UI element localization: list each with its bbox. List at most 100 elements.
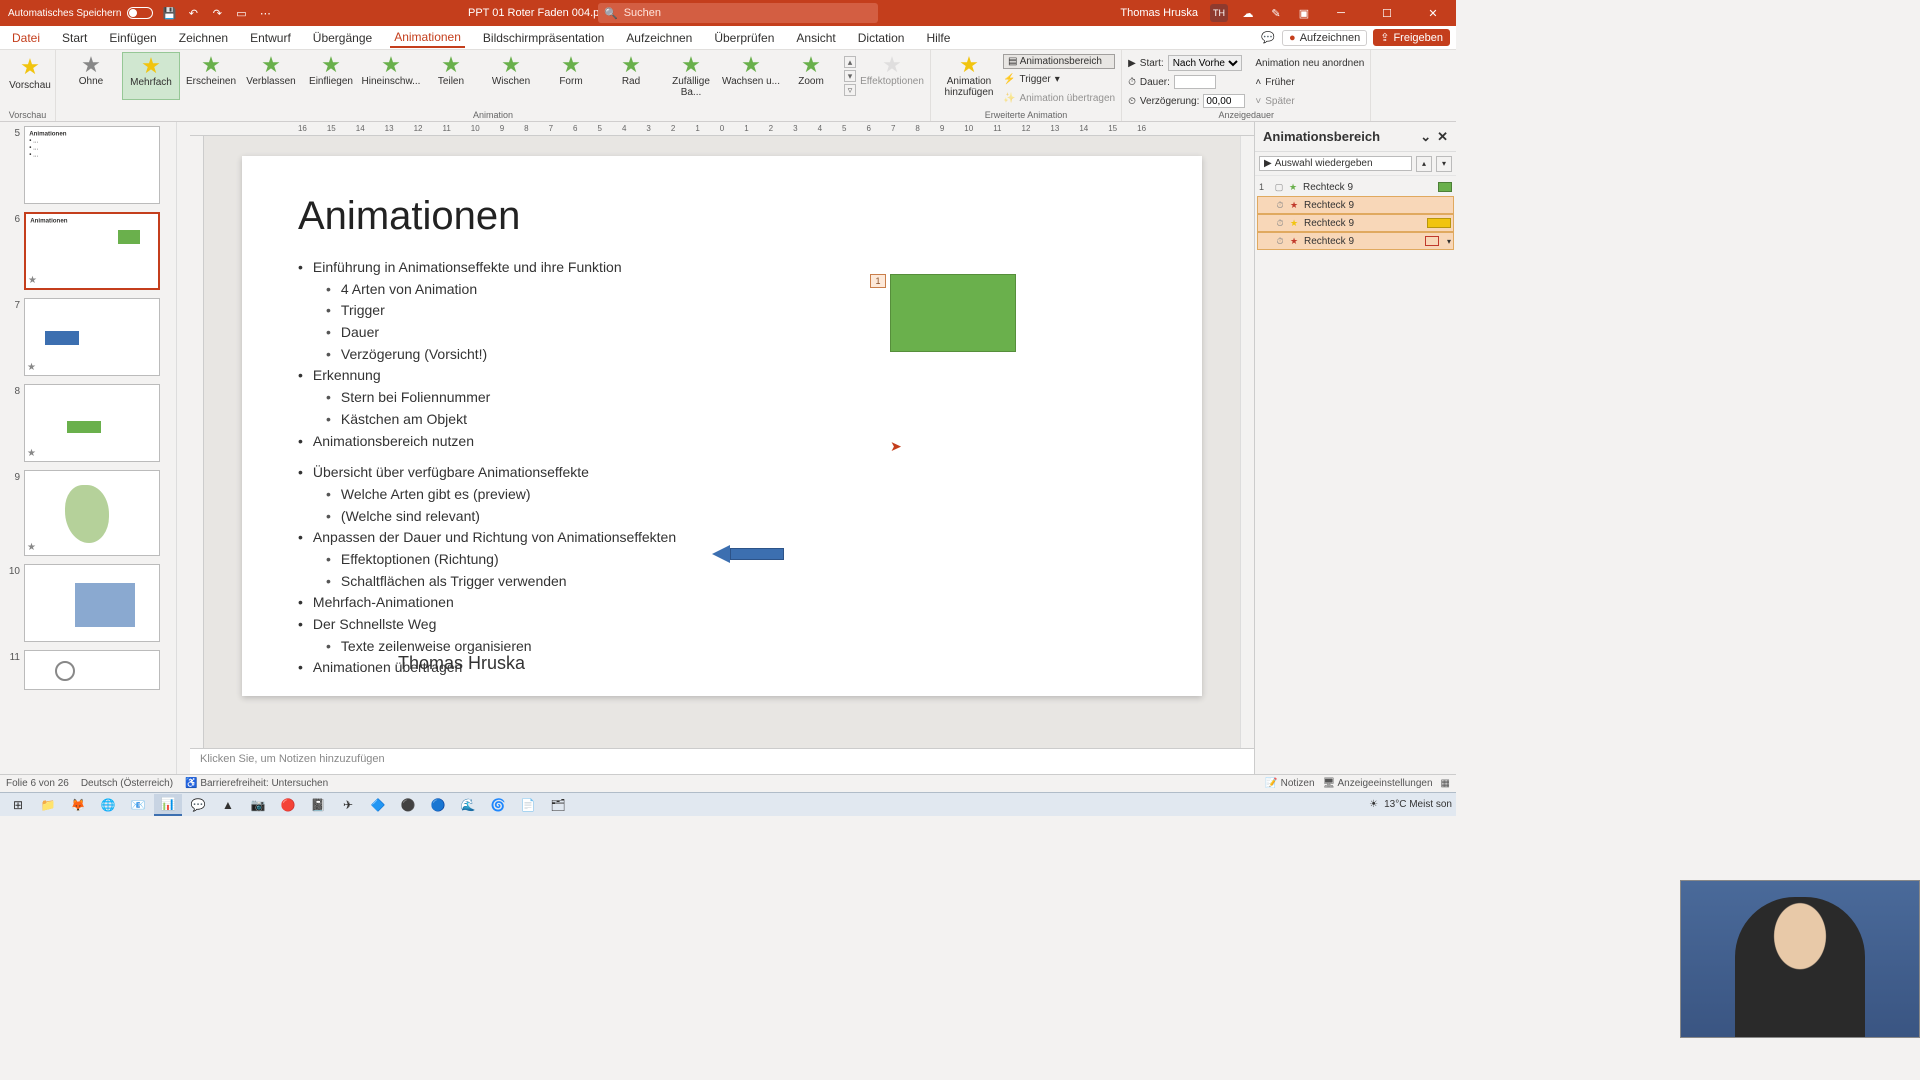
gallery-up[interactable]: ▴ [844,56,856,68]
edge-icon[interactable]: 🌀 [484,794,512,816]
thumb-slide-7[interactable]: ★ [24,298,160,376]
weather-icon[interactable]: ☀ [1369,799,1378,810]
search-input[interactable] [624,7,872,19]
thumb-slide-11[interactable] [24,650,160,690]
effect-grow[interactable]: ★Wachsen u... [722,52,780,100]
start-menu-icon[interactable]: ⊞ [4,794,32,816]
user-avatar[interactable]: TH [1210,4,1228,22]
pane-collapse-icon[interactable]: ⌄ [1420,129,1431,145]
notes-field[interactable]: Klicken Sie, um Notizen hinzuzufügen [190,748,1254,774]
animation-item[interactable]: ⏱★Rechteck 9 [1257,214,1454,232]
outlook-icon[interactable]: 📧 [124,794,152,816]
start-select[interactable]: Nach Vorher... [1168,55,1242,71]
add-animation-button[interactable]: ★Animation hinzufügen [937,52,1001,100]
tab-file[interactable]: Datei [8,29,44,47]
app-icon[interactable]: 💬 [184,794,212,816]
preview-button[interactable]: ★ Vorschau [6,52,54,91]
tab-draw[interactable]: Zeichnen [175,29,232,47]
tab-view[interactable]: Ansicht [792,29,839,47]
gallery-down[interactable]: ▾ [844,70,856,82]
slide-bullets[interactable]: Einführung in Animationseffekte und ihre… [298,257,1146,679]
effect-floatin[interactable]: ★Hineinschw... [362,52,420,100]
thumb-slide-6[interactable]: Animationen★ [24,212,160,290]
thumb-scrollbar[interactable] [176,122,190,774]
tab-review[interactable]: Überprüfen [710,29,778,47]
effect-shape[interactable]: ★Form [542,52,600,100]
save-icon[interactable]: 💾 [161,5,177,21]
animation-tag[interactable]: 1 [870,274,886,288]
tab-slideshow[interactable]: Bildschirmpräsentation [479,29,608,47]
thumb-slide-10[interactable] [24,564,160,642]
app5-icon[interactable]: 🔵 [424,794,452,816]
chrome-icon[interactable]: 🌐 [94,794,122,816]
cloud-icon[interactable]: ☁ [1240,5,1256,21]
slide-title[interactable]: Animationen [298,194,1146,239]
undo-icon[interactable]: ↶ [185,5,201,21]
app7-icon[interactable]: 📄 [514,794,542,816]
weather-text[interactable]: 13°C Meist son [1384,799,1452,810]
item-down-button[interactable]: ▾ [1436,156,1452,172]
window-icon[interactable]: ▣ [1296,5,1312,21]
obs-icon[interactable]: ⚫ [394,794,422,816]
more-icon[interactable]: ⋯ [257,5,273,21]
tab-design[interactable]: Entwurf [246,29,295,47]
effect-split[interactable]: ★Teilen [422,52,480,100]
effect-none[interactable]: ★Ohne [62,52,120,100]
effect-flyin[interactable]: ★Einfliegen [302,52,360,100]
tab-transitions[interactable]: Übergänge [309,29,376,47]
tab-start[interactable]: Start [58,29,91,47]
delay-input[interactable] [1203,94,1245,108]
trigger-button[interactable]: ⚡ Trigger ▾ [1003,70,1115,88]
animation-item[interactable]: ⏱★Rechteck 9▾ [1257,232,1454,250]
telegram-icon[interactable]: ✈ [334,794,362,816]
item-up-button[interactable]: ▴ [1416,156,1432,172]
filename[interactable]: PPT 01 Roter Faden 004.pptx [468,7,614,19]
tab-help[interactable]: Hilfe [922,29,954,47]
powerpoint-icon[interactable]: 📊 [154,794,182,816]
search-box[interactable]: 🔍 [598,3,878,23]
animation-pane-toggle[interactable]: ▤ Animationsbereich [1003,54,1115,69]
view-normal-icon[interactable]: ▦ [1441,778,1450,789]
share-button[interactable]: ⇪Freigeben [1373,29,1450,46]
app6-icon[interactable]: 🌊 [454,794,482,816]
minimize-button[interactable]: ─ [1324,0,1358,26]
vlc-icon[interactable]: ▲ [214,794,242,816]
thumb-slide-9[interactable]: ★ [24,470,160,556]
status-display[interactable]: 🖥 Anzeigeeinstellungen [1323,778,1433,789]
autosave-toggle[interactable]: Automatisches Speichern [8,7,153,19]
thumb-slide-5[interactable]: Animationen• ...• ...• ... [24,126,160,204]
animation-item[interactable]: ⏱★Rechteck 9 [1257,196,1454,214]
onenote-icon[interactable]: 📓 [304,794,332,816]
tab-animations[interactable]: Animationen [390,28,465,48]
effect-multiple[interactable]: ★Mehrfach [122,52,180,100]
tab-dictation[interactable]: Dictation [854,29,909,47]
slide[interactable]: Animationen Einführung in Animationseffe… [242,156,1202,696]
user-name[interactable]: Thomas Hruska [1120,7,1198,19]
app3-icon[interactable]: 🔴 [274,794,302,816]
tab-record[interactable]: Aufzeichnen [622,29,696,47]
status-accessibility[interactable]: ♿ Barrierefreiheit: Untersuchen [185,778,328,789]
comments-icon[interactable]: 💬 [1260,30,1276,46]
app4-icon[interactable]: 🔷 [364,794,392,816]
pen-icon[interactable]: ✎ [1268,5,1284,21]
blue-arrow-shape[interactable] [712,545,784,563]
play-selection-button[interactable]: ▶ Auswahl wiedergeben [1259,156,1412,171]
effect-wipe[interactable]: ★Wischen [482,52,540,100]
green-rectangle-shape[interactable] [890,274,1016,352]
effect-wheel[interactable]: ★Rad [602,52,660,100]
gallery-more[interactable]: ▿ [844,84,856,96]
app2-icon[interactable]: 📷 [244,794,272,816]
duration-input[interactable] [1174,75,1216,89]
tab-insert[interactable]: Einfügen [105,29,160,47]
explorer-icon[interactable]: 📁 [34,794,62,816]
record-button[interactable]: ●Aufzeichnen [1282,30,1367,46]
pane-close-icon[interactable]: ✕ [1437,129,1448,145]
status-notes[interactable]: 📝 Notizen [1265,778,1314,789]
slide-author[interactable]: Thomas Hruska [398,653,525,674]
effect-random[interactable]: ★Zufällige Ba... [662,52,720,100]
maximize-button[interactable]: ☐ [1370,0,1404,26]
animation-item[interactable]: 1▢★Rechteck 9 [1257,178,1454,196]
toggle-switch[interactable] [127,7,153,19]
firefox-icon[interactable]: 🦊 [64,794,92,816]
effect-zoom[interactable]: ★Zoom [782,52,840,100]
